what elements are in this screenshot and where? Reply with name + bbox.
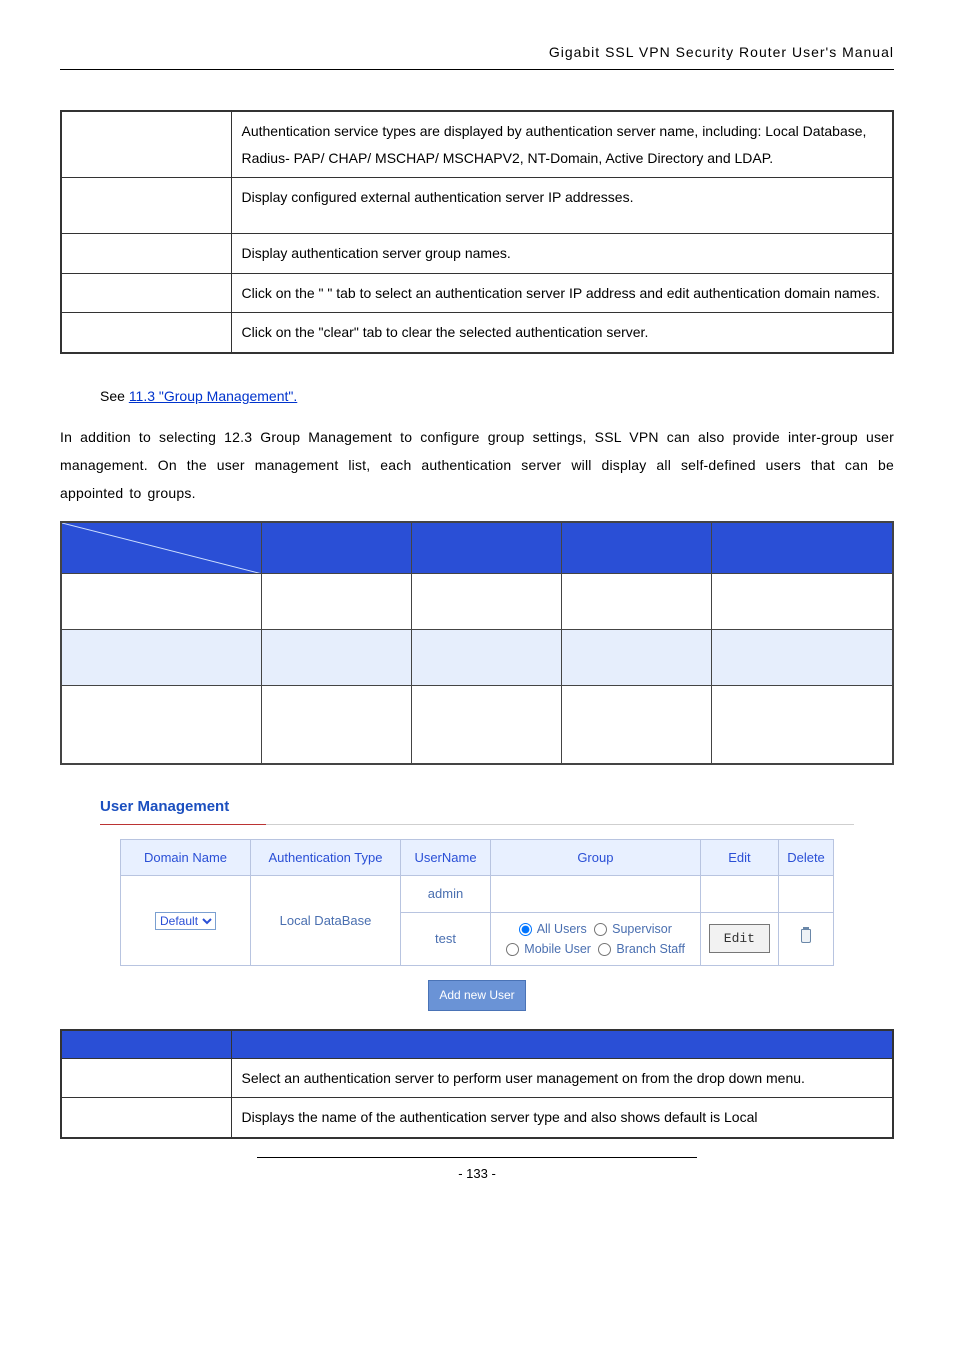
table-cell <box>411 686 561 764</box>
table-cell <box>561 686 711 764</box>
radio-mobile-user[interactable] <box>506 943 519 956</box>
user-management-heading: User Management <box>60 793 894 824</box>
table-cell <box>711 686 893 764</box>
table-cell <box>61 686 261 764</box>
radio-label: Branch Staff <box>616 942 685 956</box>
see-link-line: See 11.3 "Group Management". <box>60 384 894 409</box>
group-radio-supervisor[interactable]: Supervisor <box>594 922 672 936</box>
intro-paragraph: In addition to selecting 12.3 Group Mana… <box>60 423 894 507</box>
um-header-delete: Delete <box>779 839 834 875</box>
table-cell <box>61 574 261 630</box>
desc-row-text: Click on the "clear" tab to clear the se… <box>231 313 893 353</box>
desc-row-label <box>61 178 231 234</box>
desc2-header <box>61 1030 231 1058</box>
edit-cell <box>700 876 778 912</box>
user-mgmt-description-table: Select an authentication server to perfo… <box>60 1029 894 1139</box>
domain-cell: Default <box>121 876 251 965</box>
radio-label: All Users <box>537 922 587 936</box>
add-new-user-button[interactable]: Add new User <box>428 980 525 1012</box>
desc-row-label <box>61 111 231 178</box>
desc-row-text: Display configured external authenticati… <box>231 178 893 234</box>
domain-select[interactable]: Default <box>155 912 216 930</box>
table-cell <box>261 574 411 630</box>
um-header-edit: Edit <box>700 839 778 875</box>
desc-row-text: Click on the " " tab to select an authen… <box>231 273 893 313</box>
auth-description-table: Authentication service types are display… <box>60 110 894 354</box>
table-cell <box>261 630 411 686</box>
see-prefix: See <box>100 388 129 404</box>
um-header-group: Group <box>491 839 701 875</box>
table-cell <box>411 574 561 630</box>
table-cell <box>561 574 711 630</box>
table-header-diagonal <box>61 522 261 574</box>
table-cell <box>411 630 561 686</box>
table-header <box>561 522 711 574</box>
radio-branch-staff[interactable] <box>598 943 611 956</box>
group-radio-mobile[interactable]: Mobile User <box>506 942 591 956</box>
page-number: - 133 - <box>257 1157 697 1185</box>
delete-cell <box>779 876 834 912</box>
username-cell: test <box>401 912 491 965</box>
desc2-row-text: Displays the name of the authentication … <box>231 1098 893 1138</box>
radio-label: Mobile User <box>524 942 591 956</box>
trash-icon[interactable] <box>801 929 811 943</box>
desc2-header <box>231 1030 893 1058</box>
page-header: Gigabit SSL VPN Security Router User's M… <box>60 40 894 70</box>
auth-type-cell: Local DataBase <box>251 876 401 965</box>
user-management-table: Domain Name Authentication Type UserName… <box>120 839 834 966</box>
desc2-row-label <box>61 1058 231 1098</box>
heading-rule <box>100 824 854 825</box>
group-cell <box>491 876 701 912</box>
radio-all-users[interactable] <box>519 923 532 936</box>
table-header <box>711 522 893 574</box>
edit-cell: Edit <box>700 912 778 965</box>
desc-row-label <box>61 273 231 313</box>
username-cell: admin <box>401 876 491 912</box>
um-header-auth: Authentication Type <box>251 839 401 875</box>
table-cell <box>261 686 411 764</box>
group-management-link[interactable]: 11.3 "Group Management". <box>129 388 297 404</box>
table-header <box>411 522 561 574</box>
radio-supervisor[interactable] <box>594 923 607 936</box>
group-radio-allusers[interactable]: All Users <box>519 922 587 936</box>
table-header <box>261 522 411 574</box>
table-cell <box>61 630 261 686</box>
edit-button[interactable]: Edit <box>709 924 770 953</box>
table-cell <box>561 630 711 686</box>
table-cell <box>711 630 893 686</box>
table-cell <box>711 574 893 630</box>
desc-row-label <box>61 233 231 273</box>
delete-cell <box>779 912 834 965</box>
desc-row-text: Display authentication server group name… <box>231 233 893 273</box>
desc2-row-label <box>61 1098 231 1138</box>
desc-row-text: Authentication service types are display… <box>231 111 893 178</box>
group-radio-cell: All Users Supervisor Mobile User Branch … <box>491 912 701 965</box>
desc2-row-text: Select an authentication server to perfo… <box>231 1058 893 1098</box>
um-header-username: UserName <box>401 839 491 875</box>
um-header-domain: Domain Name <box>121 839 251 875</box>
desc-row-label <box>61 313 231 353</box>
group-authentication-table <box>60 521 894 765</box>
radio-label: Supervisor <box>612 922 672 936</box>
group-radio-branch[interactable]: Branch Staff <box>598 942 685 956</box>
